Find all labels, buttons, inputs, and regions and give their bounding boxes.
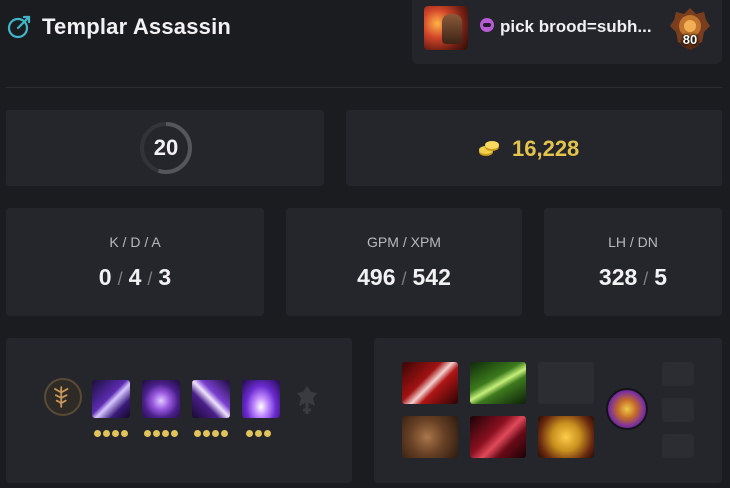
gpm-xpm-panel: GPM / XPM 496/542 xyxy=(286,208,522,316)
last-hits-value: 328 xyxy=(598,264,638,290)
lh-dn-values: 328/5 xyxy=(544,264,722,291)
ability-level-dot xyxy=(194,430,201,437)
ability-level-dots xyxy=(246,430,271,438)
backpack-slot xyxy=(662,434,694,458)
gpm-xpm-separator: / xyxy=(401,269,407,289)
templar-assassin-attribute-icon xyxy=(7,15,31,39)
purple-mask-icon xyxy=(480,18,494,32)
level-panel: 20 xyxy=(6,110,324,186)
ability-level-dot xyxy=(103,430,110,437)
deaths-value: 4 xyxy=(128,264,142,290)
meld-icon[interactable] xyxy=(142,380,180,418)
ability-level-dot xyxy=(171,430,178,437)
ability-level-dot xyxy=(221,430,228,437)
butterfly-icon[interactable] xyxy=(470,362,526,404)
items-panel xyxy=(374,338,722,483)
gpm-xpm-label: GPM / XPM xyxy=(367,234,441,250)
ability-level-dot xyxy=(264,430,271,437)
kda-separator: / xyxy=(147,269,153,289)
ability-level-dot xyxy=(153,430,160,437)
bloodthorn-icon[interactable] xyxy=(470,416,526,458)
player-avatar[interactable] xyxy=(424,6,468,50)
talent-tree-icon[interactable] xyxy=(44,378,82,416)
assists-value: 3 xyxy=(158,264,172,290)
header-divider xyxy=(6,87,722,88)
desolator-icon[interactable] xyxy=(402,362,458,404)
ability-level-dot xyxy=(94,430,101,437)
xpm-value: 542 xyxy=(412,264,451,290)
ability-level-dots xyxy=(194,430,228,438)
denies-value: 5 xyxy=(654,264,668,290)
power-treads-icon[interactable] xyxy=(402,416,458,458)
abilities-panel xyxy=(6,338,352,483)
psionic-trap-icon[interactable] xyxy=(242,380,280,418)
kda-separator: / xyxy=(117,269,123,289)
hero-level: 20 xyxy=(153,135,179,160)
gold-coins-icon xyxy=(479,141,499,156)
backpack-slot xyxy=(662,362,694,386)
ability-level-dot xyxy=(162,430,169,437)
ability-level-dot xyxy=(112,430,119,437)
hand-of-midas-icon[interactable] xyxy=(538,416,594,458)
ability-level-dot xyxy=(121,430,128,437)
empty-item-slot xyxy=(538,362,594,404)
lh-dn-label: LH / DN xyxy=(608,234,658,250)
ability-level-dot xyxy=(212,430,219,437)
ability-level-dot xyxy=(203,430,210,437)
psi-blades-icon[interactable] xyxy=(192,380,230,418)
ability-level-dot xyxy=(144,430,151,437)
gpm-xpm-values: 496/542 xyxy=(286,264,522,291)
kda-label: K / D / A xyxy=(109,234,161,250)
backpack-slot xyxy=(662,398,694,422)
lh-dn-panel: LH / DN 328/5 xyxy=(544,208,722,316)
ability-level-dot xyxy=(255,430,262,437)
kda-panel: K / D / A 0/4/3 xyxy=(6,208,264,316)
hero-name: Templar Assassin xyxy=(42,14,232,39)
ability-level-dots xyxy=(94,430,128,438)
net-worth-panel: 16,228 xyxy=(346,110,722,186)
kills-value: 0 xyxy=(98,264,112,290)
lh-dn-separator: / xyxy=(643,269,649,289)
refraction-icon[interactable] xyxy=(92,380,130,418)
ability-level-dot xyxy=(246,430,253,437)
net-worth-value: 16,228 xyxy=(512,136,580,161)
aghanims-shard-icon[interactable] xyxy=(294,384,320,416)
ability-level-dots xyxy=(144,430,178,438)
match-header: Templar Assassin pick brood=subh... 80 xyxy=(0,0,730,88)
gpm-value: 496 xyxy=(357,264,396,290)
player-card[interactable]: pick brood=subh... 80 xyxy=(412,0,722,64)
kda-values: 0/4/3 xyxy=(6,264,264,291)
rank-number: 80 xyxy=(682,32,698,47)
neutral-item-icon[interactable] xyxy=(606,388,648,430)
player-name[interactable]: pick brood=subh... xyxy=(500,17,652,37)
